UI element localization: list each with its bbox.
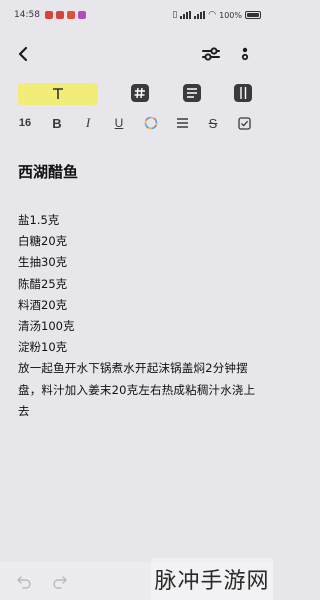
format-row: [0, 80, 273, 108]
text-toolbar: 16 B I U S: [0, 112, 273, 136]
columns-button[interactable]: [231, 80, 255, 106]
status-indicators: ▯ ◠ 100%: [172, 10, 261, 20]
notification-icon: [66, 11, 75, 19]
back-arrow-icon: [18, 46, 28, 62]
paragraph-list-icon: [183, 84, 201, 102]
redo-icon: [53, 576, 67, 589]
signal-icon: [180, 11, 192, 19]
text-style-icon: [53, 88, 63, 99]
more-options-button[interactable]: [233, 42, 257, 66]
vibrate-icon: ▯: [172, 10, 178, 20]
note-line: 淀粉10克: [18, 340, 68, 355]
hashtag-icon: [131, 84, 149, 102]
back-button[interactable]: [12, 42, 36, 66]
note-title[interactable]: 西湖醋鱼: [18, 161, 78, 182]
list-icon: [176, 118, 188, 128]
bold-icon: B: [52, 115, 62, 131]
note-line: 清汤100克: [18, 319, 75, 334]
undo-button[interactable]: [15, 572, 33, 590]
battery-percent: 100%: [219, 10, 242, 20]
note-paragraph: 放一起鱼开水下锅煮水开起沫锅盖焖2分钟摆盘，料汁加入姜末20克左右热成粘稠汁水浇…: [18, 361, 256, 418]
color-wheel-icon: [144, 116, 158, 130]
strikethrough-button[interactable]: S: [204, 112, 222, 134]
italic-button[interactable]: I: [79, 112, 97, 134]
underline-button[interactable]: U: [110, 112, 128, 134]
undo-icon: [17, 576, 31, 589]
sliders-icon: [202, 47, 220, 61]
color-button[interactable]: [141, 112, 161, 134]
note-line: 盐1.5克: [18, 213, 60, 227]
note-line: 料酒20克: [18, 297, 68, 312]
checkbox-icon: [237, 116, 251, 130]
notification-icon: [44, 11, 53, 19]
redo-button[interactable]: [51, 572, 69, 590]
note-line: 白糖20克: [18, 234, 68, 249]
more-vertical-icon: [241, 47, 249, 61]
watermark: 脉冲手游网: [151, 558, 273, 600]
paragraph-button[interactable]: [180, 80, 204, 106]
bold-button[interactable]: B: [48, 112, 66, 134]
list-button[interactable]: [173, 112, 191, 134]
notification-icon: [55, 11, 64, 19]
checkbox-button[interactable]: [235, 112, 253, 134]
note-line: 陈醋25克: [18, 276, 68, 291]
strikethrough-icon: S: [208, 115, 218, 131]
status-time: 14:58: [14, 10, 40, 20]
status-bar: 14:58 ▯ ◠ 100%: [0, 0, 273, 30]
text-style-button[interactable]: [18, 83, 98, 105]
settings-button[interactable]: [199, 42, 223, 66]
notification-icon: [77, 11, 86, 19]
font-size-button[interactable]: 16: [14, 112, 36, 134]
battery-icon: [245, 11, 261, 19]
top-bar: [0, 38, 273, 72]
hashtag-button[interactable]: [128, 80, 152, 106]
note-body[interactable]: 盐1.5克 白糖20克 生抽30克 陈醋25克 料酒20克 清汤100克 淀粉1…: [18, 210, 258, 422]
note-line: 生抽30克: [18, 255, 68, 270]
underline-icon: U: [114, 116, 124, 130]
italic-icon: I: [85, 115, 91, 130]
wifi-icon: ◠: [208, 10, 217, 20]
signal-icon: [194, 11, 206, 19]
columns-icon: [234, 84, 252, 102]
